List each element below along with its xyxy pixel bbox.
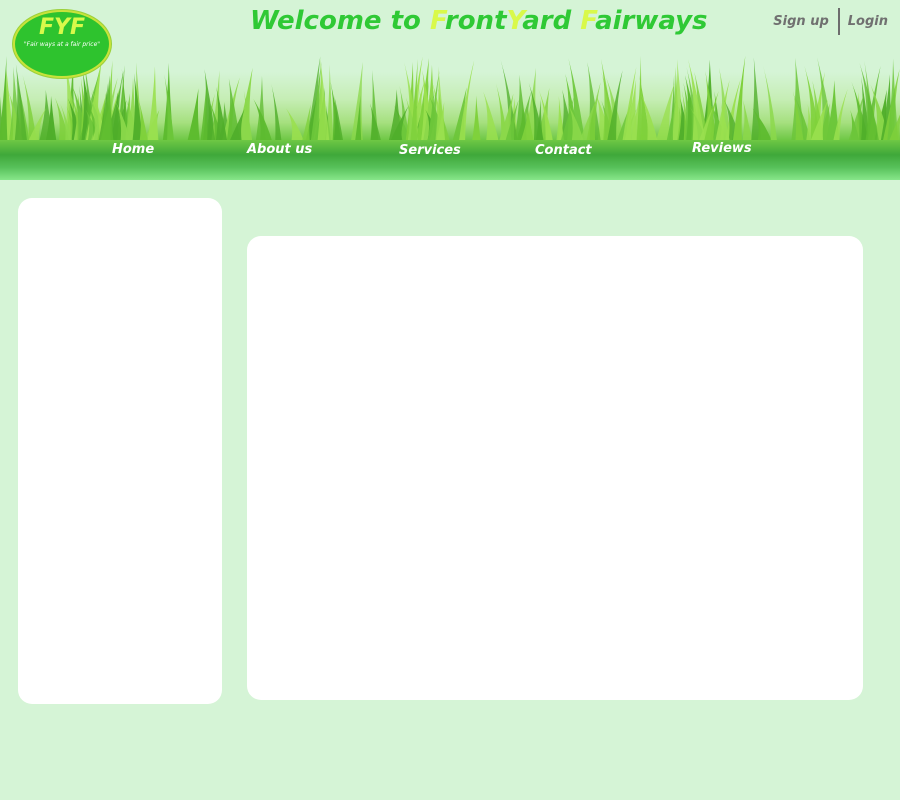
main-content-panel xyxy=(247,236,863,700)
nav-item-home[interactable]: Home xyxy=(112,142,154,157)
grass-banner-image xyxy=(0,55,900,140)
title-part: F xyxy=(429,6,445,36)
nav-item-about-us[interactable]: About us xyxy=(247,142,312,157)
logo-text: FYF xyxy=(39,15,85,40)
signup-link[interactable]: Sign up xyxy=(773,14,828,29)
title-part: airways xyxy=(595,6,708,36)
title-part: Welcome to xyxy=(250,6,430,36)
title-part: ard xyxy=(522,6,581,36)
auth-divider xyxy=(837,8,840,35)
nav-item-reviews[interactable]: Reviews xyxy=(692,141,752,156)
site-logo[interactable]: FYF "Fair ways at a fair price" xyxy=(13,10,111,78)
title-part: F xyxy=(580,6,596,36)
login-link[interactable]: Login xyxy=(848,14,888,29)
logo-tagline: "Fair ways at a fair price" xyxy=(23,41,101,48)
nav-item-contact[interactable]: Contact xyxy=(535,143,592,158)
auth-links: Sign up Login xyxy=(773,8,888,35)
page-title: Welcome to FrontYard Fairways xyxy=(250,6,708,36)
site-header: FYF "Fair ways at a fair price" Welcome … xyxy=(0,0,900,180)
title-part: ront xyxy=(444,6,507,36)
title-part: Y xyxy=(506,6,523,36)
nav-item-services[interactable]: Services xyxy=(399,143,461,158)
sidebar-panel xyxy=(18,198,222,704)
main-nav: Home About us Services Contact Reviews xyxy=(0,138,900,168)
